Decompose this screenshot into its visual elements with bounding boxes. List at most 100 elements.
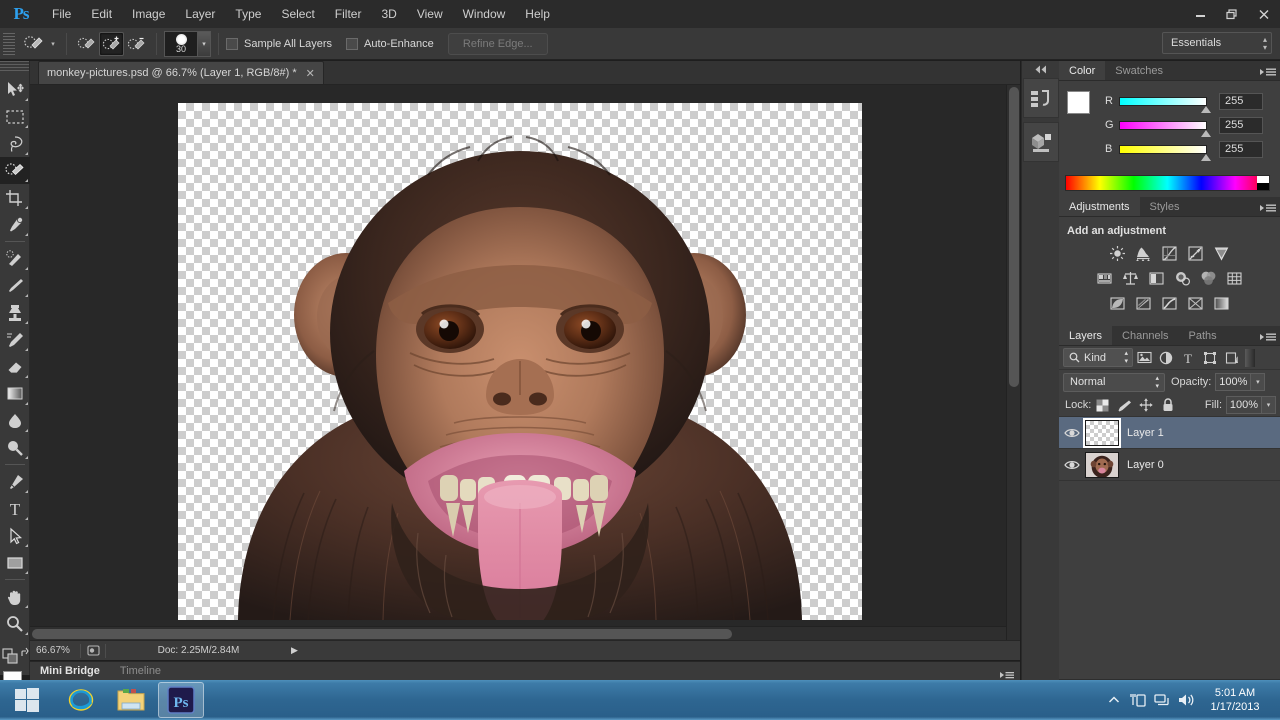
color-panel-menu-icon[interactable] [1260,65,1276,77]
tab-timeline[interactable]: Timeline [110,662,171,681]
move-tool[interactable] [0,76,30,103]
blend-mode-select[interactable]: Normal ▴ ▾ [1063,372,1165,392]
tab-channels[interactable]: Channels [1112,326,1178,345]
close-document-icon[interactable]: ✕ [306,67,315,80]
auto-enhance-checkbox[interactable] [346,37,359,50]
layer-visibility-toggle[interactable] [1059,427,1085,439]
tab-adjustments[interactable]: Adjustments [1059,197,1140,216]
red-channel-value[interactable]: 255 [1219,92,1263,110]
rectangle-tool[interactable] [0,549,30,576]
layer-visibility-toggle[interactable] [1059,459,1085,471]
tab-color[interactable]: Color [1059,61,1106,80]
tab-paths[interactable]: Paths [1179,326,1227,345]
pixel-layers-filter-icon[interactable] [1133,348,1155,368]
horizontal-type-tool[interactable]: T [0,495,30,522]
opacity-value[interactable]: 100% [1215,373,1252,391]
blue-slider-thumb[interactable] [1201,153,1211,161]
canvas-area[interactable] [30,85,1020,640]
sample-all-layers-checkbox[interactable] [226,37,238,50]
gradient-map-icon[interactable] [1211,293,1233,313]
safely-remove-hardware-icon[interactable] [1126,680,1150,720]
layers-panel-menu-icon[interactable] [1260,330,1276,342]
red-channel-slider[interactable] [1119,96,1211,113]
smart-object-filter-icon[interactable] [1221,348,1243,368]
red-slider-thumb[interactable] [1201,105,1211,113]
selective-color-icon[interactable] [1185,293,1207,313]
eyedropper-tool[interactable] [0,211,30,238]
lasso-tool[interactable] [0,130,30,157]
taskbar-windows-explorer-icon[interactable] [108,682,154,718]
refine-edge-button[interactable]: Refine Edge... [447,32,548,55]
spot-healing-brush-tool[interactable] [0,245,30,272]
layer-name[interactable]: Layer 0 [1127,459,1164,471]
color-balance-icon[interactable] [1120,268,1142,288]
options-bar-grip[interactable] [3,32,15,55]
layer-row-layer-1[interactable]: Layer 1 [1059,417,1280,449]
invert-icon[interactable] [1107,293,1129,313]
workspace-selector[interactable]: Essentials ▴ ▾ [1162,32,1272,54]
layer-thumbnail-monkey[interactable] [1085,451,1119,478]
menu-type[interactable]: Type [225,0,271,28]
taskbar-clock[interactable]: 5:01 AM 1/17/2013 [1198,686,1272,714]
lock-position-icon[interactable] [1135,395,1157,415]
blur-tool[interactable] [0,407,30,434]
history-actions-panel-icon[interactable] [1022,78,1059,118]
tab-mini-bridge[interactable]: Mini Bridge [30,661,110,681]
zoom-level-field[interactable]: 66.67% [30,645,80,656]
blue-channel-slider[interactable] [1119,144,1211,161]
menu-select[interactable]: Select [271,0,324,28]
taskbar-internet-explorer-icon[interactable] [58,682,104,718]
tab-swatches[interactable]: Swatches [1105,61,1173,80]
fill-value[interactable]: 100% [1226,396,1262,414]
brush-size-field[interactable]: 30 [164,30,198,57]
menu-file[interactable]: File [42,0,81,28]
layer-thumbnail-transparent[interactable] [1083,417,1121,448]
type-layers-filter-icon[interactable]: T [1177,348,1199,368]
levels-icon[interactable] [1133,243,1155,263]
lock-all-icon[interactable] [1157,395,1179,415]
green-channel-value[interactable]: 255 [1219,116,1263,134]
tab-styles[interactable]: Styles [1140,197,1190,216]
menu-filter[interactable]: Filter [325,0,372,28]
menu-layer[interactable]: Layer [175,0,225,28]
menu-image[interactable]: Image [122,0,175,28]
green-slider-thumb[interactable] [1201,129,1211,137]
lock-transparent-pixels-icon[interactable] [1091,395,1113,415]
brightness-contrast-icon[interactable] [1107,243,1129,263]
restore-button[interactable] [1216,3,1248,25]
gradient-tool[interactable] [0,380,30,407]
lock-image-pixels-icon[interactable] [1113,395,1135,415]
proof-colors-icon[interactable] [81,644,105,657]
expand-panels-icon[interactable] [1022,61,1059,77]
color-panel-swatches[interactable] [1067,91,1101,125]
black-white-icon[interactable] [1146,268,1168,288]
adjustments-panel-menu-icon[interactable] [1260,201,1276,213]
clone-stamp-tool[interactable] [0,299,30,326]
color-panel-foreground-swatch[interactable] [1067,91,1090,114]
start-button[interactable] [0,680,54,720]
layer-filter-toggle[interactable] [1245,348,1255,367]
tools-panel-grip[interactable] [0,61,29,73]
crop-tool[interactable] [0,184,30,211]
fill-chevron-icon[interactable]: ▾ [1262,396,1276,414]
menu-edit[interactable]: Edit [81,0,122,28]
subtract-from-selection-mode-button[interactable] [124,32,149,56]
menu-3d[interactable]: 3D [371,0,406,28]
mini-bridge-panel-icon[interactable] [1022,122,1059,162]
hand-tool[interactable] [0,583,30,610]
green-channel-slider[interactable] [1119,120,1211,137]
path-selection-tool[interactable] [0,522,30,549]
minimize-button[interactable] [1184,3,1216,25]
photo-filter-icon[interactable] [1172,268,1194,288]
color-spectrum-ramp[interactable] [1065,175,1270,191]
quick-selection-tool-preview-icon[interactable] [21,32,47,56]
curves-icon[interactable] [1159,243,1181,263]
opacity-chevron-icon[interactable]: ▾ [1251,373,1266,391]
layer-filter-kind-select[interactable]: Kind ▴ ▾ [1063,348,1133,367]
volume-icon[interactable] [1174,680,1198,720]
menu-view[interactable]: View [407,0,453,28]
horizontal-scroll-thumb[interactable] [32,629,732,639]
tool-preset-chevron-icon[interactable]: ▾ [47,40,59,48]
channel-mixer-icon[interactable] [1198,268,1220,288]
color-lookup-icon[interactable] [1224,268,1246,288]
